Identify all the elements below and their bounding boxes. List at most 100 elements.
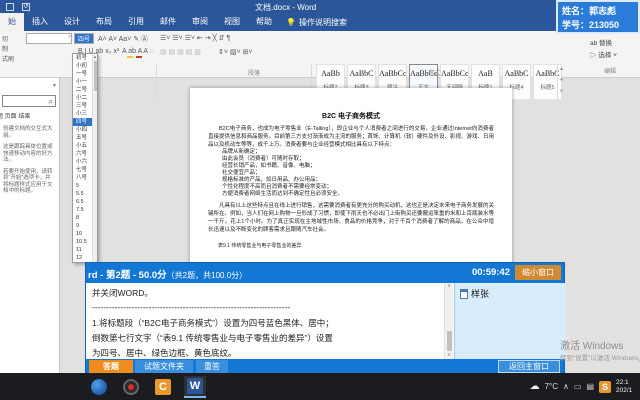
save-icon[interactable] — [6, 3, 14, 11]
navigation-pane: ▾ ⌕ 标题 页面 结果 创建文档的交互式大纲。这是跟踪具体位置或快速移动内容的… — [0, 78, 60, 373]
font-size-option[interactable]: 小一 — [73, 78, 93, 86]
exam-attachment-list: 样张 — [454, 283, 566, 359]
student-name: 姓名：郭志彪 — [562, 4, 638, 18]
doc-paragraph-2: 凡具有以上这些特点且在线上进行销售，这需要消费者有更充分的购买动机，这也正是决定… — [208, 202, 494, 234]
font-name-combo[interactable]: ˅ — [26, 33, 72, 44]
editing-group-label: 编辑 — [604, 66, 616, 75]
taskbar-browser-icon[interactable] — [88, 376, 110, 398]
font-size-option[interactable]: 小二 — [73, 94, 93, 102]
shrink-window-button[interactable]: 缩小窗口 — [515, 265, 561, 280]
scroll-thumb[interactable] — [447, 331, 452, 351]
font-size-option[interactable]: 10 — [73, 230, 93, 238]
scroll-up-arrow[interactable]: ▲ — [93, 54, 97, 59]
search-icon: ⌕ — [49, 97, 53, 107]
font-size-option[interactable]: 9 — [73, 222, 93, 230]
font-size-option[interactable]: 八号 — [73, 174, 93, 182]
nav-hints: 创建文档的交互式大纲。这是跟踪具体位置或快速移动内容的好方法。若要开始使用，请转… — [3, 126, 56, 200]
font-color-highlight-icons[interactable]: A ab A A ◌ — [122, 48, 154, 55]
return-main-window-button[interactable]: 返回主窗口 — [498, 360, 560, 373]
format-painter-button[interactable]: 式刷 — [2, 54, 14, 63]
scroll-up-arrow[interactable]: ∧ — [445, 283, 453, 290]
exam-footer: 答题 试题文件夹 重答 返回主窗口 — [86, 359, 564, 374]
font-size-option[interactable]: 10.5 — [73, 238, 93, 246]
scroll-down-arrow[interactable]: ∨ — [445, 352, 453, 359]
system-tray: ☁ 7°C ∧ ▭ ▤ S 22:1202/1 — [530, 373, 640, 400]
tell-me-search[interactable]: 💡操作说明搜索 — [280, 14, 353, 31]
watermark-line2: 转到“设置”以激活 Windows。 — [560, 352, 640, 362]
cut-button[interactable]: 切 — [2, 34, 8, 43]
line-spacing-shading-border-icons[interactable]: ⇕˅ ▨˅ ⊞˅ — [218, 48, 253, 56]
font-size-option[interactable]: 5.5 — [73, 190, 93, 198]
taskbar-c-app-icon[interactable]: C — [152, 376, 174, 398]
font-size-option[interactable]: 五号 — [73, 134, 93, 142]
font-size-option[interactable]: 七号 — [73, 166, 93, 174]
font-size-option[interactable]: 小六 — [73, 158, 93, 166]
font-size-option[interactable]: 6.5 — [73, 198, 93, 206]
doc-feature-list: 品牌从新确定；由此会员（消费者）可随时存取；经营长销产品，如书籍、音像、电脑；社… — [190, 149, 512, 198]
font-size-options: 初号小初一号小一二号小二三号小三四号小四五号小五六号小六七号八号55.56.57… — [73, 54, 93, 262]
font-size-option[interactable]: 初号 — [73, 54, 93, 62]
grow-shrink-font-icons[interactable]: A˄ A˅ Aa˅ ✎ Ⓐ — [98, 34, 148, 44]
alignment-icons[interactable]: ▤ ▤ ▤ ▤ ▥ — [160, 48, 201, 56]
exam-scrollbar[interactable]: ∧ ∨ — [444, 283, 453, 359]
activate-windows-watermark: 激活 Windows 转到“设置”以激活 Windows。 — [560, 337, 640, 362]
taskbar-recorder-icon[interactable] — [120, 376, 142, 398]
attachment-item[interactable]: 样张 — [460, 287, 489, 300]
quick-access-toolbar: ↺ — [6, 3, 30, 11]
font-size-option[interactable]: 5 — [73, 182, 93, 190]
font-size-option[interactable]: 小四 — [73, 126, 93, 134]
tray-clock[interactable]: 22:1202/1 — [616, 379, 640, 395]
hidden-icons-chevron[interactable]: ∧ — [563, 382, 569, 391]
exam-header[interactable]: rd - 第2题 - 50.0分（共2题，共100.0分） 00:59:42 缩… — [86, 263, 564, 283]
replace-button[interactable]: ab 替换 — [590, 37, 612, 47]
taskbar-word-icon[interactable]: W — [184, 376, 206, 398]
redo-button[interactable]: 重答 — [196, 360, 228, 373]
doc-feature-line: 个性化程度不高而且消费者不需要经常变动； — [222, 184, 494, 191]
ribbon-tabs: 始插入设计布局引用邮件审阅视图帮助 — [0, 13, 280, 31]
exam-line: 为四号、居中、绿色边框、黄色底纹。 — [92, 347, 440, 359]
answer-button[interactable]: 答题 — [89, 360, 133, 373]
nav-tabs[interactable]: 标题 页面 结果 — [0, 111, 30, 120]
window-title: 文档.docx - Word — [255, 2, 316, 13]
weather-cloud-icon[interactable]: ☁ — [530, 381, 540, 392]
ribbon-tab[interactable]: 布局 — [88, 13, 120, 31]
font-size-option[interactable]: 一号 — [73, 70, 93, 78]
font-size-option[interactable]: 二号 — [73, 86, 93, 94]
font-size-option[interactable]: 三号 — [73, 102, 93, 110]
font-size-option[interactable]: 六号 — [73, 150, 93, 158]
screen: ↺ 文档.docx - Word 始插入设计布局引用邮件审阅视图帮助 💡操作说明… — [0, 0, 640, 400]
chevron-down-icon[interactable]: ▾ — [53, 82, 56, 89]
dropdown-scrollbar[interactable]: ▲ — [92, 54, 97, 262]
input-method-icon[interactable]: S — [599, 381, 611, 393]
ribbon-tab[interactable]: 视图 — [216, 13, 248, 31]
test-folder-button[interactable]: 试题文件夹 — [135, 360, 193, 373]
font-size-combo[interactable]: 四号 — [74, 33, 94, 44]
font-size-option[interactable]: 小五 — [73, 142, 93, 150]
ribbon-tab[interactable]: 审阅 — [184, 13, 216, 31]
font-size-option[interactable]: 12 — [73, 254, 93, 262]
font-size-option[interactable]: 8 — [73, 214, 93, 222]
doc-feature-line: 品牌从新确定； — [222, 149, 494, 156]
ribbon-tab[interactable]: 设计 — [56, 13, 88, 31]
nav-search-input[interactable]: ⌕ — [2, 95, 56, 107]
ribbon-tab[interactable]: 始 — [0, 13, 24, 31]
scroll-thumb[interactable] — [94, 61, 97, 91]
ribbon-tab[interactable]: 邮件 — [152, 13, 184, 31]
student-info-panel: 姓名：郭志彪 学号：213050 — [556, 0, 640, 34]
ribbon-tab[interactable]: 引用 — [120, 13, 152, 31]
list-indent-icons[interactable]: ☰˅ ☰˅ ☰˅ ⇤ ⇥ ╳ ⇵ ¶ — [160, 34, 230, 42]
font-size-option[interactable]: 7.5 — [73, 206, 93, 214]
font-size-option[interactable]: 小三 — [73, 110, 93, 118]
ribbon-tab[interactable]: 帮助 — [248, 13, 280, 31]
font-size-option[interactable]: 11 — [73, 246, 93, 254]
font-size-option[interactable]: 小初 — [73, 62, 93, 70]
ribbon-tab[interactable]: 插入 — [24, 13, 56, 31]
keyboard-icon[interactable]: ▭ — [574, 382, 582, 391]
doc-feature-line: 规格标准的产品，如日用品、办公用品； — [222, 177, 494, 184]
font-size-option[interactable]: 四号 — [73, 118, 93, 126]
copy-button[interactable]: 制 — [2, 44, 8, 53]
network-icon[interactable]: ▤ — [586, 382, 594, 391]
select-button[interactable]: ▷ 选择 ˅ — [590, 49, 617, 59]
styles-gallery-scroll[interactable]: ▴▾≡ — [557, 64, 565, 100]
undo-icon[interactable]: ↺ — [22, 3, 30, 11]
